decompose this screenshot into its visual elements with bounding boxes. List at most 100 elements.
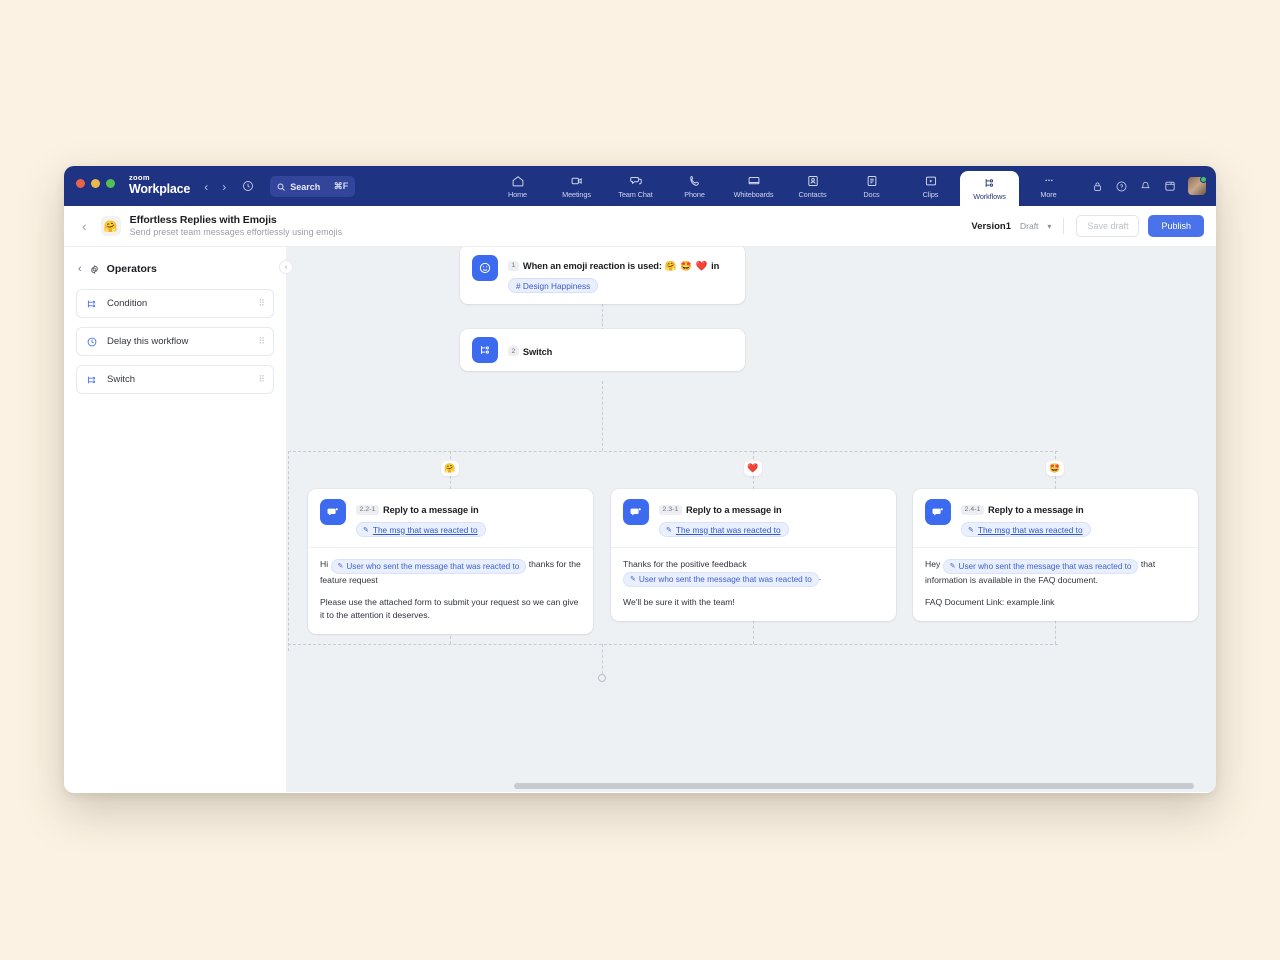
tab-team-chat-label: Team Chat xyxy=(618,190,652,199)
publish-button[interactable]: Publish xyxy=(1148,215,1204,237)
workflow-end-node[interactable] xyxy=(598,674,606,682)
trigger-node[interactable]: 1When an emoji reaction is used:🤗 🤩 ❤️in… xyxy=(460,247,745,304)
variable-chip[interactable]: ✎User who sent the message that was reac… xyxy=(943,559,1139,574)
nav-back-button[interactable]: ‹ xyxy=(204,180,208,194)
drag-handle[interactable]: ⠿ xyxy=(258,339,264,344)
home-icon xyxy=(511,174,525,188)
operator-item-switch[interactable]: Switch ⠿ xyxy=(76,365,274,394)
operator-label: Condition xyxy=(107,298,147,309)
operators-back-button[interactable]: ‹ xyxy=(78,263,82,275)
branch-card-1[interactable]: 2.2-1Reply to a message in ✎ The msg tha… xyxy=(308,489,593,634)
trigger-node-text: 1When an emoji reaction is used:🤗 🤩 ❤️in… xyxy=(508,255,719,294)
branch-card-2-paragraph-1: Thanks for the positive feedback ✎User w… xyxy=(623,558,884,587)
branch-emoji-badge-2[interactable]: ❤️ xyxy=(744,461,762,476)
search-input[interactable]: Search ⌘F xyxy=(270,176,355,197)
help-icon[interactable] xyxy=(1115,180,1128,193)
branch-card-title: Reply to a message in xyxy=(988,505,1084,515)
branch-card-3-text: 2.4-1Reply to a message in ✎ The msg tha… xyxy=(961,499,1091,537)
trigger-channel-chip[interactable]: # Design Happiness xyxy=(508,278,598,293)
clock-icon xyxy=(86,336,98,348)
branch-card-2[interactable]: 2.3-1Reply to a message in ✎ The msg tha… xyxy=(611,489,896,621)
tab-more[interactable]: More xyxy=(1019,166,1078,206)
operator-item-delay[interactable]: Delay this workflow ⠿ xyxy=(76,327,274,356)
history-nav-arrows: ‹ › xyxy=(204,180,226,194)
team-chat-message-icon xyxy=(320,499,346,525)
connector-merge-bus xyxy=(288,644,1058,645)
operator-item-condition[interactable]: Condition ⠿ xyxy=(76,289,274,318)
trigger-emojis: 🤗 🤩 ❤️ xyxy=(665,261,708,272)
back-button[interactable]: ‹ xyxy=(82,218,87,234)
tab-meetings[interactable]: Meetings xyxy=(547,166,606,206)
pencil-icon: ✎ xyxy=(363,526,369,534)
branch-card-1-body[interactable]: Hi ✎User who sent the message that was r… xyxy=(308,547,593,634)
search-label: Search xyxy=(290,182,320,192)
horizontal-scrollbar[interactable] xyxy=(286,783,1216,789)
branch-card-target-label: The msg that was reacted to xyxy=(676,525,781,535)
branch-card-2-title-line: 2.3-1Reply to a message in xyxy=(659,500,789,518)
switch-node[interactable]: 2Switch xyxy=(460,329,745,371)
tab-whiteboards[interactable]: Whiteboards xyxy=(724,166,783,206)
variable-chip[interactable]: ✎User who sent the message that was reac… xyxy=(623,572,819,587)
variable-label: User who sent the message that was react… xyxy=(346,560,519,573)
apps-icon[interactable] xyxy=(1163,179,1177,193)
scrollbar-thumb[interactable] xyxy=(514,783,1194,789)
docs-icon xyxy=(865,174,879,188)
lock-icon[interactable] xyxy=(1091,180,1104,193)
pencil-icon: ✎ xyxy=(338,560,344,573)
branch-card-3-body[interactable]: Hey ✎User who sent the message that was … xyxy=(913,547,1198,621)
tab-contacts[interactable]: Contacts xyxy=(783,166,842,206)
collapse-panel-button[interactable]: ‹ xyxy=(279,260,293,274)
branch-card-2-body[interactable]: Thanks for the positive feedback ✎User w… xyxy=(611,547,896,621)
tab-docs-label: Docs xyxy=(863,190,879,199)
chevron-down-icon[interactable]: ▾ xyxy=(1047,222,1051,231)
branch-card-3-target-chip[interactable]: ✎ The msg that was reacted to xyxy=(961,522,1091,537)
tab-docs[interactable]: Docs xyxy=(842,166,901,206)
page-subtitle: Send preset team messages effortlessly u… xyxy=(130,227,342,237)
nav-forward-button[interactable]: › xyxy=(222,180,226,194)
minimize-window-button[interactable] xyxy=(91,179,100,188)
zoom-workplace-logo: zoom Workplace xyxy=(129,174,190,195)
branch-emoji-badge-1[interactable]: 🤗 xyxy=(441,461,459,476)
search-shortcut: ⌘F xyxy=(334,181,349,192)
branch-card-1-target-chip[interactable]: ✎ The msg that was reacted to xyxy=(356,522,486,537)
branch-card-2-target-chip[interactable]: ✎ The msg that was reacted to xyxy=(659,522,789,537)
tab-phone[interactable]: Phone xyxy=(665,166,724,206)
pencil-icon: ✎ xyxy=(630,573,636,586)
workflow-body: ‹ Operators Condition ⠿ Delay this workf xyxy=(64,247,1216,792)
avatar[interactable] xyxy=(1188,177,1206,195)
variable-chip[interactable]: ✎User who sent the message that was reac… xyxy=(331,559,527,574)
message-text: Hey xyxy=(925,559,943,569)
connector-merge-to-end xyxy=(602,644,603,674)
branch-card-target-label: The msg that was reacted to xyxy=(373,525,478,535)
switch-branch-icon xyxy=(472,337,498,363)
tab-team-chat[interactable]: Team Chat xyxy=(606,166,665,206)
maximize-window-button[interactable] xyxy=(106,179,115,188)
whiteboard-icon xyxy=(747,174,761,188)
tab-home[interactable]: Home xyxy=(488,166,547,206)
branch-card-3-paragraph-1: Hey ✎User who sent the message that was … xyxy=(925,558,1186,587)
tab-workflows[interactable]: Workflows xyxy=(960,171,1019,206)
step-number: 2 xyxy=(508,346,519,356)
team-chat-message-icon xyxy=(623,499,649,525)
tab-clips[interactable]: Clips xyxy=(901,166,960,206)
branch-card-2-paragraph-2: We'll be sure it with the team! xyxy=(623,596,884,609)
status-badge: Draft xyxy=(1020,221,1038,231)
message-text: Hi xyxy=(320,559,331,569)
switch-node-text: 2Switch xyxy=(508,341,552,360)
branch-emoji-badge-3[interactable]: 🤩 xyxy=(1046,461,1064,476)
branch-card-3[interactable]: 2.4-1Reply to a message in ✎ The msg tha… xyxy=(913,489,1198,621)
drag-handle[interactable]: ⠿ xyxy=(258,377,264,382)
gear-icon xyxy=(89,264,100,275)
drag-handle[interactable]: ⠿ xyxy=(258,301,264,306)
save-draft-button[interactable]: Save draft xyxy=(1076,215,1139,237)
tab-workflows-label: Workflows xyxy=(973,192,1006,201)
close-window-button[interactable] xyxy=(76,179,85,188)
header-actions: Version1 Draft ▾ Save draft Publish xyxy=(971,215,1204,237)
team-chat-message-icon xyxy=(925,499,951,525)
connector-branch-left-edge xyxy=(288,451,289,651)
history-icon[interactable] xyxy=(242,179,254,197)
notification-bell-icon[interactable] xyxy=(1139,180,1152,193)
pencil-icon: ✎ xyxy=(950,560,956,573)
branch-card-target-label: The msg that was reacted to xyxy=(978,525,1083,535)
workflow-canvas[interactable]: 🤗 ❤️ 🤩 1When an emoji reaction is used:🤗… xyxy=(286,247,1216,792)
